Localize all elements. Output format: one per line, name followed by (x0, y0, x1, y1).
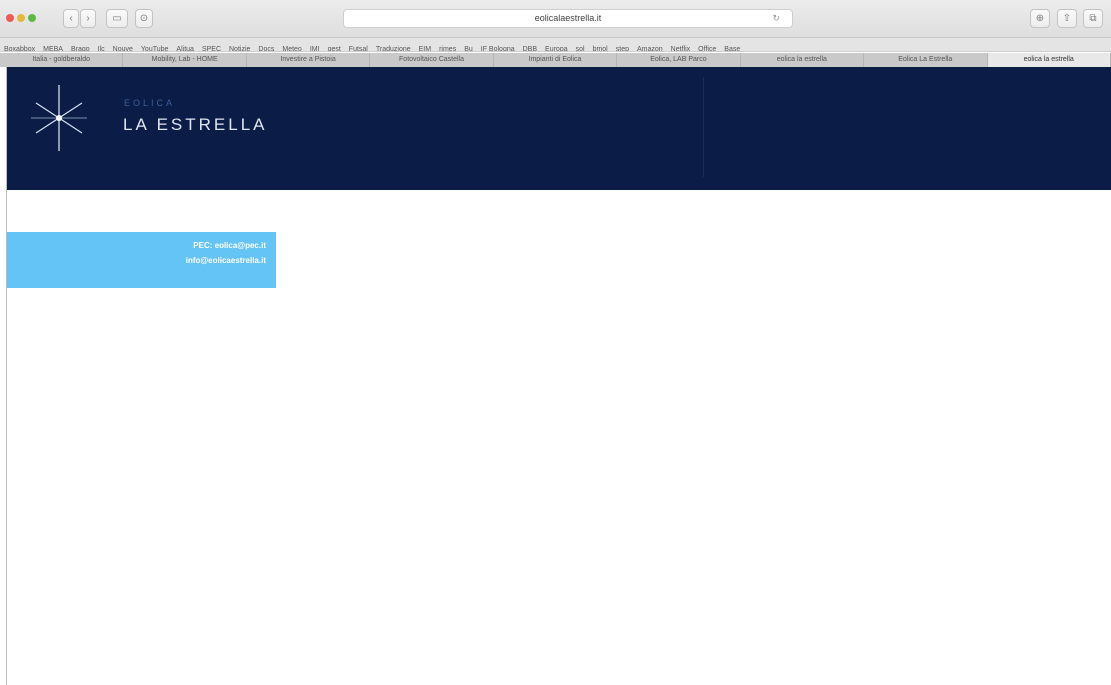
favorite-item[interactable]: MEBA (39, 43, 67, 51)
browser-tab[interactable]: eolica la estrella (741, 53, 865, 67)
browser-tab[interactable]: Mobility, Lab - HOME (123, 53, 247, 67)
back-button[interactable]: ‹ (63, 9, 79, 28)
browser-tab[interactable]: Investire a Pistoia (247, 53, 371, 67)
favorite-item[interactable]: Docs (254, 43, 278, 51)
share-history-icon[interactable]: ⊙ (135, 9, 153, 28)
favorite-item[interactable]: Traduzione (372, 43, 415, 51)
zoom-window-button[interactable] (28, 14, 36, 22)
share-icon[interactable]: ⇧ (1057, 9, 1077, 28)
address-bar[interactable]: eolicalaestrella.it ↻ (343, 9, 793, 28)
tabs-overview-icon[interactable]: ⧉ (1083, 9, 1103, 28)
browser-window: ‹ › ▭ ⊙ eolicalaestrella.it ↻ ⊕ ⇧ ⧉ Boxa… (0, 0, 1111, 685)
favorite-item[interactable]: Base (720, 43, 744, 51)
tab-bar: Italia - goldberaldo Mobility, Lab - HOME… (0, 53, 1111, 67)
sidebar-icon[interactable]: ▭ (106, 9, 128, 28)
favorite-item[interactable]: Nouve (109, 43, 137, 51)
minimize-window-button[interactable] (17, 14, 25, 22)
browser-tab[interactable]: eolica la estrella (987, 53, 1111, 67)
web-page: EOLICA LA ESTRELLA PEC: eolica@pec.it in… (6, 67, 1111, 685)
star-logo-icon (31, 85, 87, 151)
favorite-item[interactable]: Boxabbox (0, 43, 39, 51)
forward-button[interactable]: › (80, 9, 96, 28)
favorite-item[interactable]: Bu (460, 43, 477, 51)
contact-email[interactable]: info@eolicaestrella.it (186, 256, 266, 265)
favorite-item[interactable]: Futsal (345, 43, 372, 51)
browser-toolbar: ‹ › ▭ ⊙ eolicalaestrella.it ↻ ⊕ ⇧ ⧉ (0, 0, 1111, 38)
favorite-item[interactable]: IMI (306, 43, 324, 51)
downloads-icon[interactable]: ⊕ (1030, 9, 1050, 28)
favorite-item[interactable]: Amazon (633, 43, 667, 51)
browser-tab[interactable]: Italia - goldberaldo (0, 53, 124, 67)
favorite-item[interactable]: Brago (67, 43, 94, 51)
favorite-item[interactable]: rimes (435, 43, 460, 51)
favorite-item[interactable]: Europa (541, 43, 572, 51)
favorite-item[interactable]: SPEC (198, 43, 225, 51)
close-window-button[interactable] (6, 14, 14, 22)
browser-tab[interactable]: Eolica La Estrella (864, 53, 988, 67)
favorite-item[interactable]: sol (572, 43, 589, 51)
favorite-item[interactable]: Netflix (667, 43, 694, 51)
contact-box: PEC: eolica@pec.it info@eolicaestrella.i… (7, 232, 276, 288)
favorite-item[interactable]: Office (694, 43, 720, 51)
favorite-item[interactable]: YouTube (137, 43, 173, 51)
reload-icon[interactable]: ↻ (772, 13, 780, 24)
favorite-item[interactable]: bmol (589, 43, 612, 51)
address-bar-text: eolicalaestrella.it (534, 13, 602, 23)
site-header: EOLICA LA ESTRELLA (7, 67, 1111, 190)
browser-tab[interactable]: Fotovoltaico Castella (370, 53, 494, 67)
brand-name[interactable]: LA ESTRELLA (123, 115, 268, 135)
brand-subtitle: EOLICA (124, 98, 176, 108)
favorite-item[interactable]: step (612, 43, 633, 51)
favorite-item[interactable]: gest (324, 43, 345, 51)
favorite-item[interactable]: Meteo (278, 43, 305, 51)
header-divider (703, 77, 704, 177)
favorite-item[interactable]: Notizie (225, 43, 254, 51)
favorite-item[interactable]: Alitua (172, 43, 198, 51)
browser-tab[interactable]: Eolica, LAB Parco (617, 53, 741, 67)
favorite-item[interactable]: DBB (519, 43, 541, 51)
favorite-item[interactable]: Ilc (94, 43, 109, 51)
contact-pec[interactable]: PEC: eolica@pec.it (193, 241, 266, 250)
browser-tab[interactable]: Impianti di Eolica (494, 53, 618, 67)
favorite-item[interactable]: IF Bologna (477, 43, 519, 51)
favorites-bar: Boxabbox MEBA Brago Ilc Nouve YouTube Alitua SP… (0, 38, 1111, 52)
favorite-item[interactable]: EIM (415, 43, 435, 51)
